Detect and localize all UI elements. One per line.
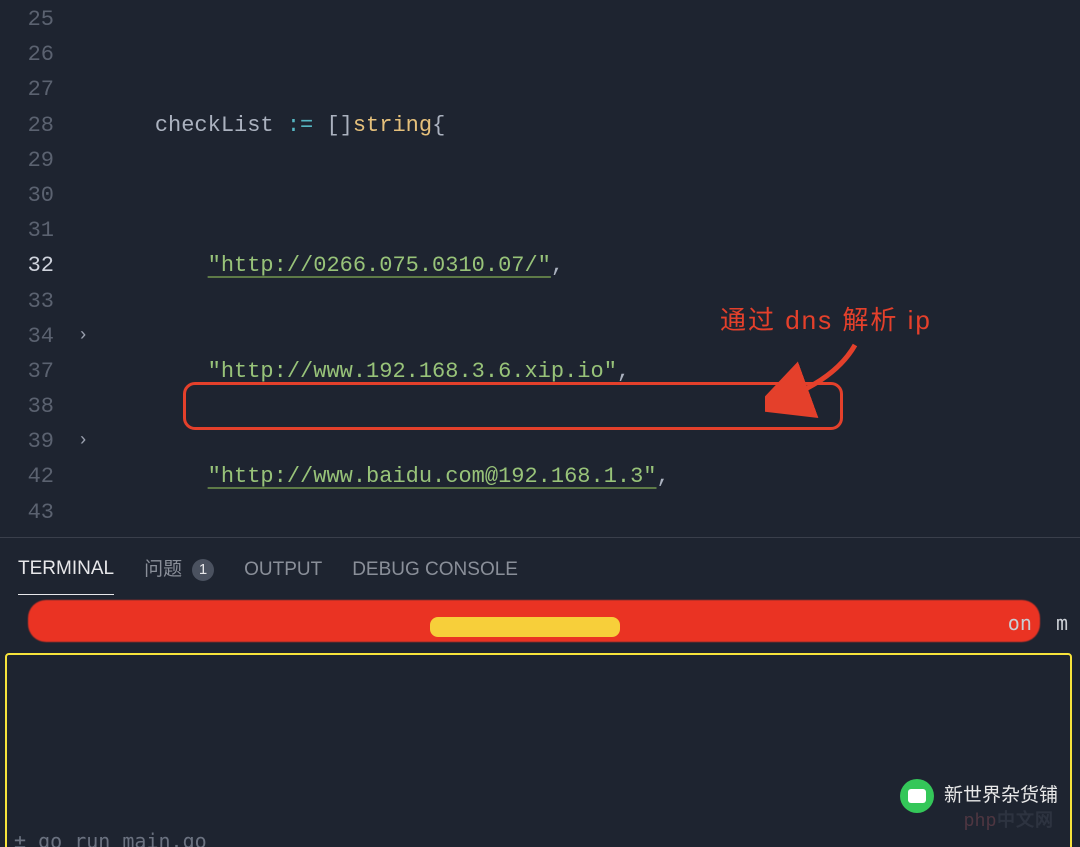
problems-badge: 1 <box>192 559 214 581</box>
tab-label: OUTPUT <box>244 555 322 585</box>
chevron-right-icon[interactable]: › <box>78 322 89 351</box>
annotation-highlight-box <box>183 382 843 430</box>
chevron-right-icon[interactable]: › <box>78 427 89 456</box>
line-number: 28 <box>0 108 68 143</box>
line-number: 34 <box>0 319 68 354</box>
tab-debug-console[interactable]: DEBUG CONSOLE <box>352 549 518 595</box>
line-number: 31 <box>0 213 68 248</box>
code-line[interactable]: "http://0266.075.0310.07/", <box>98 248 1080 283</box>
line-number: 37 <box>0 354 68 389</box>
fold-gutter: › › <box>68 0 98 537</box>
line-number: 38 <box>0 389 68 424</box>
line-number: 27 <box>0 72 68 107</box>
line-number: 32 <box>0 248 68 283</box>
line-number: 39 <box>0 424 68 459</box>
code-line[interactable]: "http://www.192.168.3.6.xip.io", <box>98 354 1080 389</box>
line-number: 26 <box>0 37 68 72</box>
tab-problems[interactable]: 问题 1 <box>144 549 214 595</box>
line-number: 25 <box>0 2 68 37</box>
tab-output[interactable]: OUTPUT <box>244 549 322 595</box>
redaction-highlight-icon <box>430 617 620 637</box>
code-line[interactable]: "http://www.baidu.com@192.168.1.3", <box>98 459 1080 494</box>
code-area[interactable]: checkList := []string{ "http://0266.075.… <box>98 0 1080 537</box>
line-number: 29 <box>0 143 68 178</box>
line-number: 30 <box>0 178 68 213</box>
terminal-output[interactable]: on m ± go run main.go 0266.075.0310.07 -… <box>0 595 1080 847</box>
line-number-gutter: 25 26 27 28 29 30 31 32 33 34 37 38 39 4… <box>0 0 68 537</box>
line-number: 43 <box>0 495 68 530</box>
terminal-command: ± go run main.go <box>14 827 1066 847</box>
annotation-output-box <box>5 653 1072 847</box>
tab-label: 问题 <box>144 555 182 585</box>
panel-tabs: TERMINAL 问题 1 OUTPUT DEBUG CONSOLE <box>0 538 1080 595</box>
bottom-panel: TERMINAL 问题 1 OUTPUT DEBUG CONSOLE on m ±… <box>0 537 1080 847</box>
tab-label: TERMINAL <box>18 554 114 584</box>
tab-terminal[interactable]: TERMINAL <box>18 548 114 595</box>
line-number: 42 <box>0 459 68 494</box>
code-editor[interactable]: 25 26 27 28 29 30 31 32 33 34 37 38 39 4… <box>0 0 1080 537</box>
line-number: 33 <box>0 284 68 319</box>
terminal-trailing-text: on m <box>1008 609 1068 638</box>
tab-label: DEBUG CONSOLE <box>352 555 518 585</box>
code-line[interactable]: checkList := []string{ <box>98 108 1080 143</box>
